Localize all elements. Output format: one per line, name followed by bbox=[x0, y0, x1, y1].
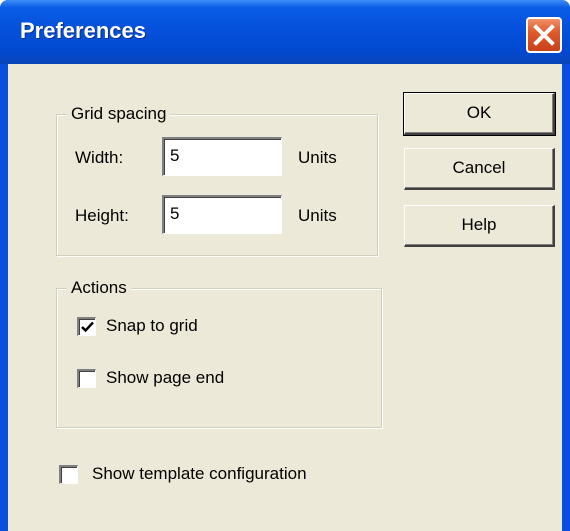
dialog-body: Grid spacing Width: 5 Units Height: 5 Un… bbox=[8, 64, 562, 531]
height-unit-label: Units bbox=[298, 206, 337, 225]
show-template-configuration-checkbox[interactable] bbox=[59, 465, 78, 484]
width-field[interactable]: 5 bbox=[162, 137, 282, 176]
show-page-end-checkbox[interactable] bbox=[77, 369, 96, 388]
close-button[interactable] bbox=[526, 17, 562, 53]
width-unit-label: Units bbox=[298, 148, 337, 167]
snap-to-grid-label[interactable]: Snap to grid bbox=[106, 316, 198, 336]
preferences-window: Preferences Grid spacing Width: 5 Units … bbox=[0, 0, 570, 531]
ok-button[interactable]: OK bbox=[403, 92, 556, 136]
width-label: Width: bbox=[75, 148, 124, 167]
width-value: 5 bbox=[170, 146, 180, 165]
title-bar[interactable]: Preferences bbox=[0, 0, 570, 64]
height-value: 5 bbox=[170, 204, 180, 223]
help-button[interactable]: Help bbox=[404, 205, 555, 247]
close-icon bbox=[533, 24, 555, 46]
checkmark-icon bbox=[81, 321, 94, 333]
actions-group: Actions bbox=[56, 278, 382, 428]
height-field[interactable]: 5 bbox=[162, 195, 282, 234]
grid-spacing-label: Grid spacing bbox=[67, 104, 171, 124]
grid-spacing-group: Grid spacing bbox=[56, 104, 378, 256]
cancel-button[interactable]: Cancel bbox=[404, 148, 555, 190]
show-template-configuration-label[interactable]: Show template configuration bbox=[92, 464, 307, 484]
actions-label: Actions bbox=[67, 278, 131, 298]
snap-to-grid-checkbox[interactable] bbox=[77, 317, 96, 336]
height-label: Height: bbox=[75, 206, 129, 225]
show-page-end-label[interactable]: Show page end bbox=[106, 368, 224, 388]
window-title: Preferences bbox=[20, 18, 146, 43]
